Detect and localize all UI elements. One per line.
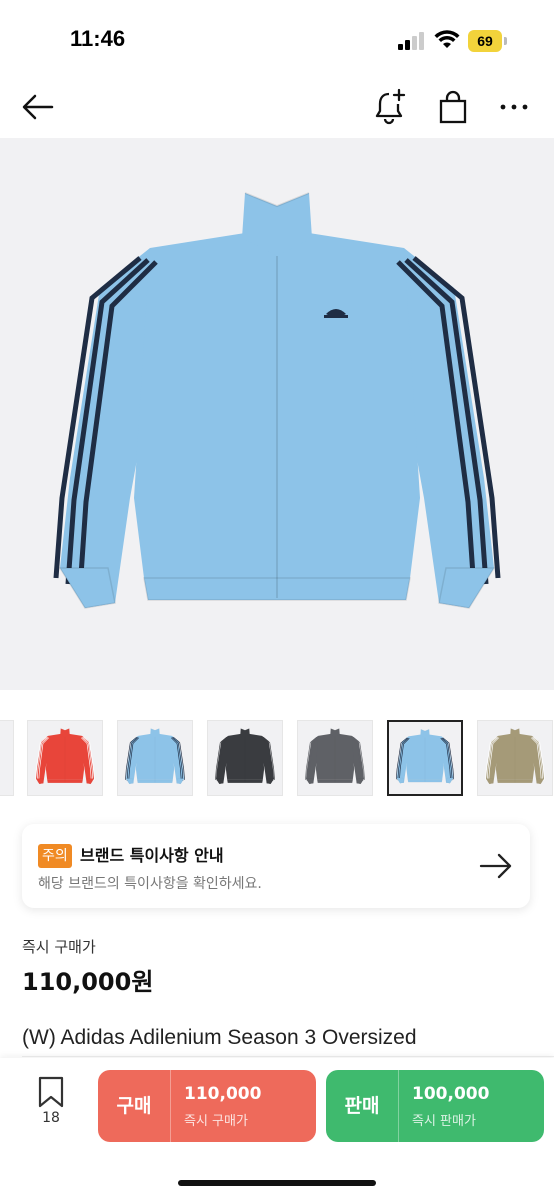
thumbnail-2[interactable] (117, 720, 193, 796)
battery-level: 69 (477, 33, 493, 49)
notice-title: 브랜드 특이사항 안내 (80, 846, 224, 865)
sell-button[interactable]: 판매 100,000 즉시 판매가 (326, 1070, 544, 1142)
top-nav (0, 80, 554, 138)
back-arrow-icon[interactable] (20, 92, 56, 122)
battery-indicator: 69 (468, 30, 508, 52)
thumbnail-strip (0, 716, 554, 800)
arrow-right-icon (479, 853, 512, 879)
sell-label: 판매 (344, 1095, 380, 1117)
bookmark-icon (38, 1076, 64, 1108)
notice-badge: 주의 (38, 844, 72, 868)
status-bar: 11:46 69 (0, 0, 554, 80)
divider (22, 1056, 554, 1057)
thumbnail-4[interactable] (297, 720, 373, 796)
home-indicator (178, 1180, 376, 1186)
wish-button[interactable]: 18 (30, 1076, 72, 1136)
notice-subtitle: 해당 브랜드의 특이사항을 확인하세요. (38, 876, 262, 892)
status-time: 11:46 (70, 26, 126, 51)
buy-label: 구매 (116, 1095, 152, 1117)
thumbnail-5[interactable] (387, 720, 463, 796)
jacket-illustration (53, 192, 501, 609)
alert-plus-icon[interactable] (372, 88, 408, 126)
more-icon[interactable] (496, 92, 532, 122)
sell-price: 100,000 (412, 1084, 490, 1104)
price-value: 110,000원 (22, 968, 154, 996)
signal-icon (398, 32, 424, 50)
thumbnail-partial[interactable] (0, 720, 14, 796)
buy-price: 110,000 (184, 1084, 262, 1104)
thumbnail-3[interactable] (207, 720, 283, 796)
brand-notice-card[interactable]: 주의 브랜드 특이사항 안내 해당 브랜드의 특이사항을 확인하세요. (22, 824, 530, 908)
wish-count: 18 (42, 1110, 60, 1126)
sell-sub: 즉시 판매가 (412, 1114, 476, 1129)
price-label: 즉시 구매가 (22, 938, 96, 956)
product-name: (W) Adidas Adilenium Season 3 Oversized (22, 1026, 417, 1049)
bottom-action-bar: 18 구매 110,000 즉시 구매가 판매 100,000 즉시 판매가 (0, 1058, 554, 1200)
shopping-bag-icon[interactable] (436, 90, 470, 124)
thumbnail-1[interactable] (27, 720, 103, 796)
buy-button[interactable]: 구매 110,000 즉시 구매가 (98, 1070, 316, 1142)
buy-sub: 즉시 구매가 (184, 1114, 248, 1129)
product-image[interactable] (0, 138, 554, 690)
wifi-icon (434, 30, 460, 48)
thumbnail-6[interactable] (477, 720, 553, 796)
